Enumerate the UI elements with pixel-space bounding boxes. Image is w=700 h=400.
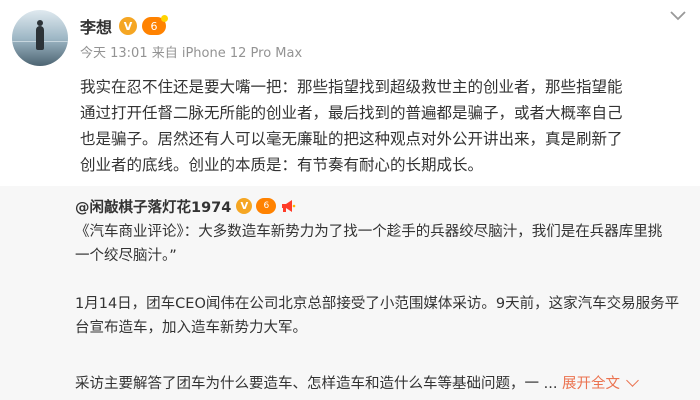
repost-paragraph-2: 1月14日，团车CEO闻伟在公司北京总部接受了小范围媒体采访。9天前，这家汽车交…	[75, 292, 687, 340]
repost-paragraph-1: 《汽车商业评论》：大多数造车新势力为了找一个趁手的兵器绞尽脑汁，我们是在兵器库里…	[75, 220, 687, 268]
repost-line-truncated: 采访主要解答了团车为什么要造车、怎样造车和造什么车等基础问题，一 ... 展开全…	[75, 372, 687, 396]
verified-badge-text: V	[123, 19, 133, 33]
author-row: 李想 V 6	[80, 14, 169, 38]
repost-line: 一个绞尽脑汁。”	[75, 248, 177, 264]
author-name[interactable]: 李想	[80, 14, 112, 38]
repost-author-name[interactable]: @闲敲棋子落灯花1974	[75, 196, 231, 217]
level-badge-icon: 6	[142, 15, 169, 35]
repost-verified-badge-text: V	[240, 200, 249, 212]
repost-truncated-text: 采访主要解答了团车为什么要造车、怎样造车和造什么车等基础问题，一 ...	[75, 376, 558, 392]
repost-line: 《汽车商业评论》：大多数造车新势力为了找一个趁手的兵器绞尽脑汁，我们是在兵器库里…	[75, 224, 663, 240]
repost-line: 1月14日，团车CEO闻伟在公司北京总部接受了小范围媒体采访。9天前，这家汽车交…	[75, 296, 680, 312]
post-content-line: 我实在忍不住还是要大嘴一把：那些指望找到超级救世主的创业者，那些指望能	[80, 78, 623, 96]
horn-icon	[282, 200, 296, 212]
expand-label: 展开全文	[562, 376, 621, 392]
post-meta: 今天 13:01 来自 iPhone 12 Pro Max	[80, 46, 303, 61]
verified-badge-icon: V	[119, 17, 138, 35]
expand-full-text-link[interactable]: 展开全文	[562, 374, 639, 392]
repost-line: 台宣布造车，加入造车新势力大军。	[75, 320, 307, 336]
repost-level-badge-icon: 6	[256, 198, 277, 214]
chevron-down-icon	[626, 374, 639, 387]
avatar[interactable]	[12, 10, 68, 66]
repost-author-row: @闲敲棋子落灯花1974 V 6	[75, 196, 296, 216]
post-header: 李想 V 6 今天 13:01 来自 iPhone 12 Pro Max	[0, 0, 700, 70]
post-content-line: 也是骗子。居然还有人可以毫无廉耻的把这种观点对外公开讲出来，真是刷新了	[80, 130, 623, 148]
level-badge-text: 6	[150, 19, 158, 33]
post-content-line: 通过打开任督二脉无所能的创业者，最后找到的普遍都是骗子，或者大概率自己	[80, 104, 623, 122]
repost-card[interactable]: @闲敲棋子落灯花1974 V 6 《汽车商业评论》：大多数造车新势力为了找一个趁…	[0, 186, 700, 400]
repost-paragraph-3: 采访主要解答了团车为什么要造车、怎样造车和造什么车等基础问题，一 ... 展开全…	[75, 372, 687, 396]
chevron-down-icon[interactable]	[668, 8, 688, 24]
repost-level-badge-text: 6	[263, 201, 270, 211]
avatar-figure-body	[36, 26, 44, 50]
repost-verified-badge-icon: V	[236, 198, 253, 214]
post-content-line: 创业者的底线。创业的本质是：有节奏有耐心的长期成长。	[80, 156, 484, 174]
post-content: 我实在忍不住还是要大嘴一把：那些指望找到超级救世主的创业者，那些指望能 通过打开…	[80, 74, 688, 178]
